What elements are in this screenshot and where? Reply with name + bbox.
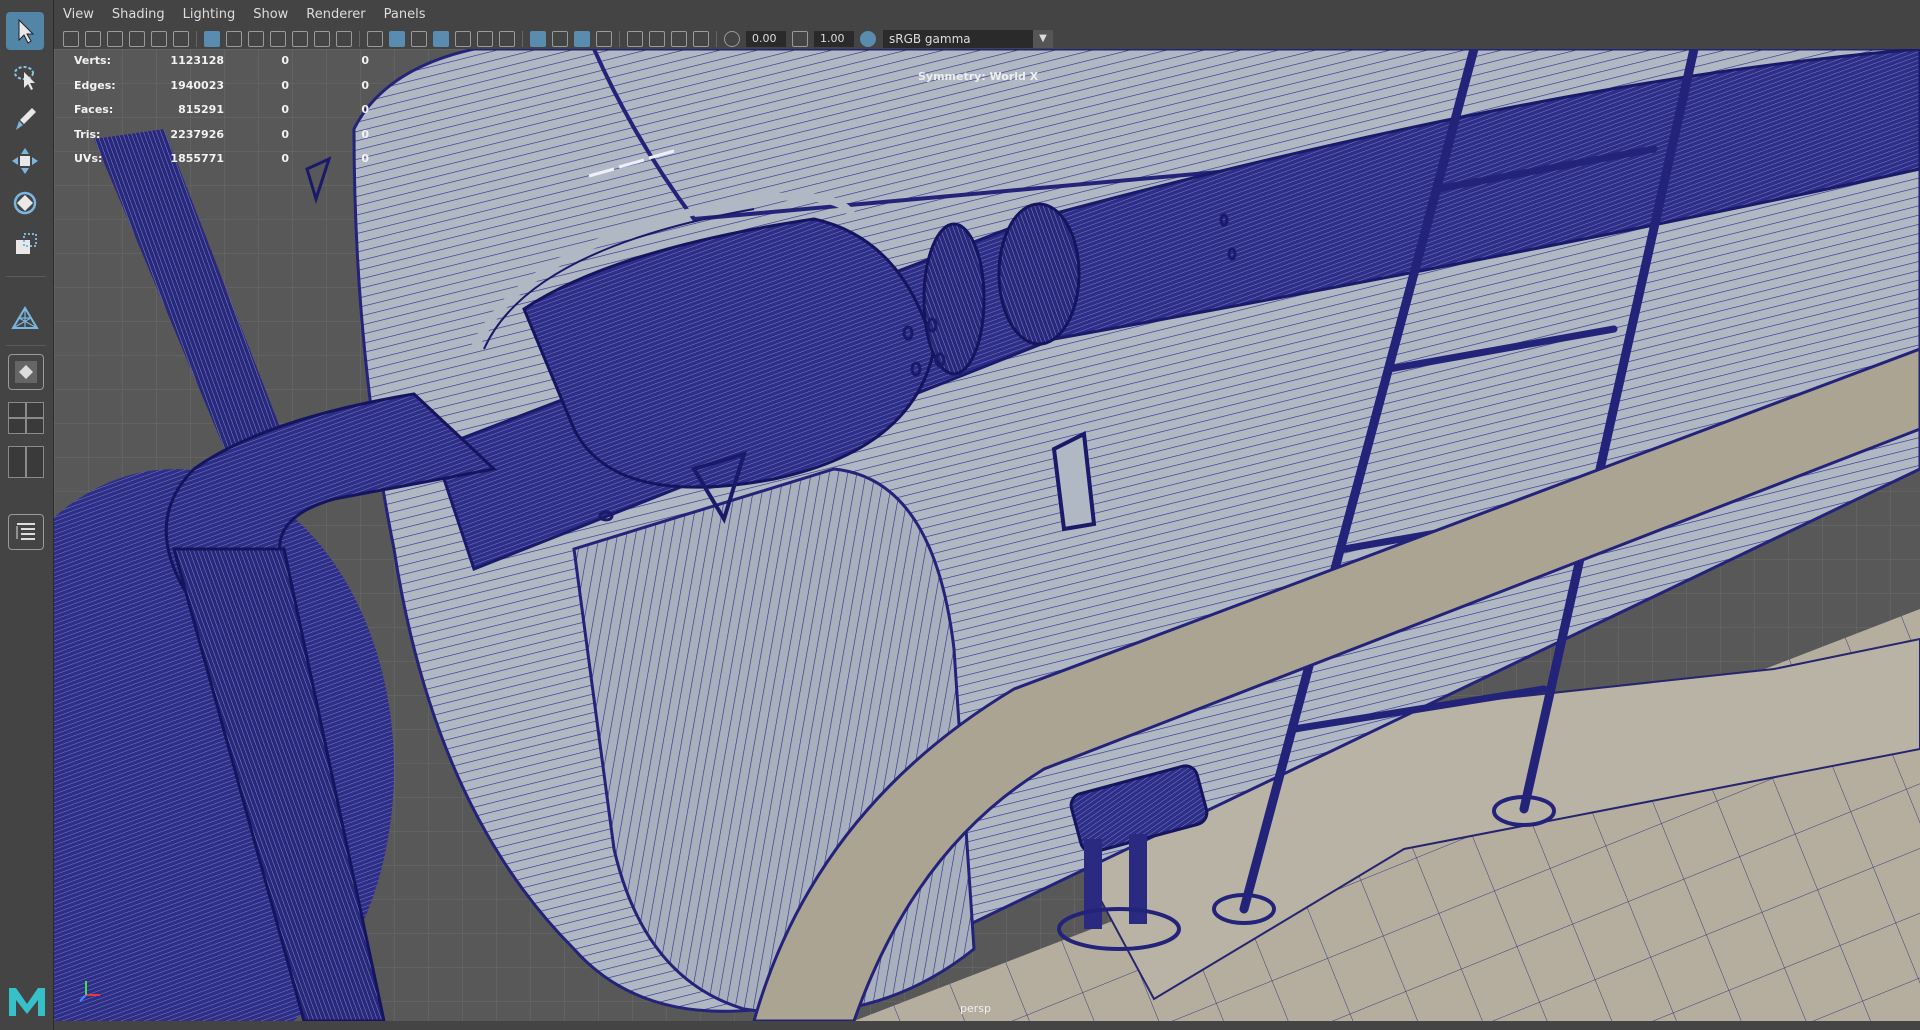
color-management-icon[interactable]	[860, 30, 876, 47]
textured-icon[interactable]	[455, 30, 471, 47]
hud-value: 0	[281, 127, 289, 141]
hud-value: 0	[361, 152, 369, 165]
view-transform-label: sRGB gamma	[889, 31, 971, 46]
menu-renderer[interactable]: Renderer	[297, 7, 374, 22]
camera-select-icon[interactable]	[63, 30, 79, 47]
panel-toolbar: 0.00 1.00 sRGB gamma ▼	[54, 28, 1920, 49]
viewport-bottom-border	[54, 1021, 1920, 1030]
wireframe-icon[interactable]	[367, 30, 383, 47]
lasso-select-icon[interactable]	[6, 58, 44, 96]
hud-row-verts: Verts: 1123128 0 0	[74, 49, 369, 74]
view-axis-icon	[79, 981, 100, 1002]
grease-pencil-icon[interactable]	[173, 30, 189, 47]
motion-blur-icon[interactable]	[552, 30, 568, 47]
select-arrow-icon[interactable]	[6, 12, 44, 50]
resolution-gate-icon[interactable]	[248, 30, 264, 47]
xray-joints-icon[interactable]	[693, 30, 709, 47]
layout-four-icon[interactable]	[26, 402, 44, 418]
grid-icon[interactable]	[204, 30, 220, 47]
image-plane-icon[interactable]	[129, 30, 145, 47]
menu-show[interactable]: Show	[244, 7, 297, 22]
hud-value: 0	[361, 78, 369, 92]
hud-value: 1855771	[170, 152, 224, 165]
scale-icon[interactable]	[6, 226, 44, 264]
safe-title-icon[interactable]	[336, 30, 352, 47]
hud-label: Verts:	[74, 54, 112, 67]
gamma-field[interactable]: 1.00	[814, 30, 854, 47]
view-transform-dropdown[interactable]: sRGB gamma ▼	[883, 29, 1053, 48]
camera-attributes-icon[interactable]	[85, 30, 101, 47]
toolbox	[0, 0, 54, 1030]
hud-row-tris: Tris: 2237926 0 0	[74, 123, 369, 148]
gamma-icon[interactable]	[792, 30, 808, 47]
gate-mask-icon[interactable]	[270, 30, 286, 47]
menu-view[interactable]: View	[54, 7, 103, 22]
symmetry-label: Symmetry: World X	[918, 70, 1039, 83]
hud-label: Faces:	[74, 103, 114, 116]
chevron-down-icon: ▼	[1033, 29, 1053, 48]
hud-value: 0	[281, 54, 289, 67]
film-gate-icon[interactable]	[226, 30, 242, 47]
field-chart-icon[interactable]	[292, 30, 308, 47]
panel-menubar: View Shading Lighting Show Renderer Pane…	[54, 0, 1920, 28]
hud-value: 0	[361, 103, 369, 116]
wireframe-on-shaded-icon[interactable]	[433, 30, 449, 47]
paint-select-icon[interactable]	[6, 100, 44, 138]
rotate-icon[interactable]	[6, 184, 44, 222]
hud-value: 0	[281, 103, 289, 116]
hud-value: 1940023	[170, 78, 224, 92]
layout-two-icon[interactable]	[26, 446, 44, 478]
viewport-scene	[54, 49, 1920, 1021]
depth-of-field-icon[interactable]	[596, 30, 612, 47]
hud-value: 0	[361, 54, 369, 67]
hud-row-faces: Faces: 815291 0 0	[74, 98, 369, 123]
layout-four-icon[interactable]	[8, 418, 26, 434]
hud-value: 2237926	[170, 127, 224, 141]
bookmark-icon[interactable]	[107, 30, 123, 47]
exposure-field[interactable]: 0.00	[746, 30, 786, 47]
poly-count-hud: Verts: 1123128 0 0 Edges: 1940023 0 0 Fa…	[74, 49, 369, 172]
xray-icon[interactable]	[649, 30, 665, 47]
2d-pan-zoom-icon[interactable]	[151, 30, 167, 47]
maya-logo-icon	[6, 980, 48, 1022]
layout-four-icon[interactable]	[8, 402, 26, 418]
menu-lighting[interactable]: Lighting	[174, 7, 245, 22]
hud-value: 0	[281, 78, 289, 92]
exposure-icon[interactable]	[724, 30, 740, 47]
camera-name-label: persp	[960, 1002, 991, 1015]
screen-space-ao-icon[interactable]	[530, 30, 546, 47]
hud-value: 815291	[178, 103, 224, 116]
layout-four-icon[interactable]	[26, 418, 44, 434]
lights-icon[interactable]	[477, 30, 493, 47]
persp-viewport[interactable]: Verts: 1123128 0 0 Edges: 1940023 0 0 Fa…	[54, 49, 1920, 1021]
toolbox-separator	[6, 276, 46, 277]
toolbox-separator	[6, 345, 46, 346]
hud-row-uvs: UVs: 1855771 0 0	[74, 147, 369, 172]
hud-label: Edges:	[74, 78, 116, 92]
hud-label: Tris:	[74, 127, 101, 141]
outliner-icon[interactable]	[8, 514, 44, 550]
safe-action-icon[interactable]	[314, 30, 330, 47]
layout-two-icon[interactable]	[8, 446, 26, 478]
hud-row-edges: Edges: 1940023 0 0	[74, 74, 369, 99]
hud-label: UVs:	[74, 152, 103, 165]
menu-shading[interactable]: Shading	[103, 7, 174, 22]
shadows-icon[interactable]	[499, 30, 515, 47]
layout-single-icon[interactable]	[8, 354, 44, 390]
xray-active-icon[interactable]	[671, 30, 687, 47]
multisample-aa-icon[interactable]	[574, 30, 590, 47]
smooth-shade-icon[interactable]	[389, 30, 405, 47]
default-material-icon[interactable]	[411, 30, 427, 47]
hud-value: 1123128	[170, 54, 224, 67]
menu-panels[interactable]: Panels	[375, 7, 435, 22]
move-icon[interactable]	[6, 142, 44, 180]
hud-value: 0	[281, 152, 289, 165]
hud-value: 0	[361, 127, 369, 141]
modeling-toolkit-icon[interactable]	[6, 300, 44, 338]
isolate-select-icon[interactable]	[627, 30, 643, 47]
